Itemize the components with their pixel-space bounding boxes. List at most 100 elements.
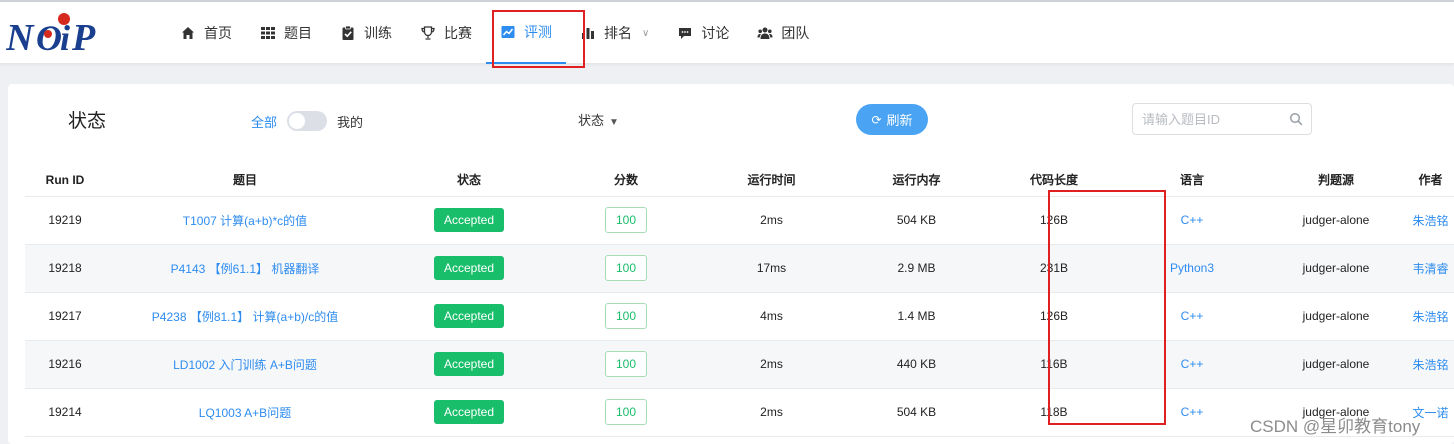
chevron-down-icon: ∨ <box>642 27 650 39</box>
score-badge: 100 <box>605 207 647 233</box>
memory-cell: 504 KB <box>844 388 989 437</box>
svg-text:P: P <box>71 17 96 56</box>
caret-down-icon: ▼ <box>609 117 619 128</box>
scope-mine-label[interactable]: 我的 <box>337 112 363 131</box>
column-header-score: 分数 <box>553 164 699 197</box>
column-header-author: 作者 <box>1407 164 1454 197</box>
status-badge[interactable]: Accepted <box>433 352 505 376</box>
score-badge: 100 <box>605 255 647 281</box>
problem-link[interactable]: LD1002 入门训练 A+B问题 <box>173 358 317 372</box>
run-id-cell: 19216 <box>25 340 105 389</box>
length-cell: 126B <box>989 292 1119 341</box>
time-cell: 2ms <box>699 388 844 437</box>
status-badge[interactable]: Accepted <box>433 256 505 280</box>
search-input[interactable] <box>1133 104 1283 134</box>
refresh-icon: ⟳ <box>871 112 882 127</box>
page-title: 状态 <box>68 111 107 132</box>
status-filter-label: 状态 <box>578 113 605 128</box>
score-badge: 100 <box>605 351 647 377</box>
scope-switch[interactable] <box>287 111 328 131</box>
nav-item-status[interactable]: 评测 <box>486 2 566 64</box>
language-link[interactable]: C++ <box>1181 213 1204 227</box>
top-navbar: N O i P 首页 题目 训练 比赛 评测 排名 ∨ <box>0 0 1454 64</box>
table-row: 19216 LD1002 入门训练 A+B问题 Accepted 100 2ms… <box>25 340 1454 389</box>
author-link[interactable]: 朱浩铭 <box>1412 358 1448 372</box>
language-link[interactable]: C++ <box>1181 309 1204 323</box>
run-id-cell: 19214 <box>25 388 105 437</box>
status-badge[interactable]: Accepted <box>433 400 505 424</box>
users-icon <box>757 27 773 39</box>
column-header-time: 运行时间 <box>699 164 844 197</box>
comment-icon <box>679 28 692 39</box>
score-badge: 100 <box>605 303 647 329</box>
svg-text:N: N <box>6 17 35 56</box>
chart-line-icon <box>501 26 515 38</box>
nav-item-training[interactable]: 训练 <box>326 2 406 64</box>
problem-link[interactable]: T1007 计算(a+b)*c的值 <box>183 214 307 228</box>
length-cell: 231B <box>989 244 1119 293</box>
length-cell: 118B <box>989 388 1119 437</box>
grid-icon <box>261 27 275 39</box>
nav-item-teams[interactable]: 团队 <box>743 2 823 64</box>
nav-label: 讨论 <box>701 25 730 41</box>
trophy-icon <box>421 26 435 40</box>
time-cell: 17ms <box>699 244 844 293</box>
column-header-judger: 判题源 <box>1265 164 1407 197</box>
column-header-length: 代码长度 <box>989 164 1119 197</box>
memory-cell: 2.9 MB <box>844 244 989 293</box>
author-link[interactable]: 朱浩铭 <box>1412 214 1448 228</box>
nav-label: 排名 <box>604 25 632 41</box>
table-row: 19217 P4238 【例81.1】 计算(a+b)/c的值 Accepted… <box>25 292 1454 341</box>
language-link[interactable]: C++ <box>1181 357 1204 371</box>
problem-link[interactable]: LQ1003 A+B问题 <box>199 406 291 420</box>
search-icon[interactable] <box>1289 112 1303 126</box>
bar-chart-icon <box>582 28 594 39</box>
column-header-run-id[interactable]: Run ID <box>25 164 105 197</box>
run-id-cell: 19218 <box>25 244 105 293</box>
main-nav: 首页 题目 训练 比赛 评测 排名 ∨ 讨论 团队 <box>166 2 823 64</box>
nav-label: 训练 <box>364 25 392 41</box>
nav-item-ranking[interactable]: 排名 ∨ <box>566 2 663 64</box>
problem-link[interactable]: P4238 【例81.1】 计算(a+b)/c的值 <box>152 310 338 324</box>
problem-link[interactable]: P4143 【例61.1】 机器翻译 <box>171 262 320 276</box>
language-link[interactable]: Python3 <box>1170 261 1214 275</box>
noip-logo[interactable]: N O i P <box>6 10 106 56</box>
nav-label: 首页 <box>204 25 232 41</box>
status-badge[interactable]: Accepted <box>433 304 505 328</box>
scope-all-label[interactable]: 全部 <box>251 112 277 131</box>
column-header-status: 状态 <box>385 164 553 197</box>
judger-cell: judger-alone <box>1265 340 1407 389</box>
nav-item-contests[interactable]: 比赛 <box>406 2 486 64</box>
judger-cell: judger-alone <box>1265 196 1407 245</box>
memory-cell: 504 KB <box>844 196 989 245</box>
scope-toggle-group: 全部 我的 <box>251 111 363 131</box>
nav-item-home[interactable]: 首页 <box>166 2 246 64</box>
memory-cell: 440 KB <box>844 340 989 389</box>
submissions-table: Run ID 题目 状态 分数 运行时间 运行内存 代码长度 语言 判题源 作者… <box>25 164 1454 437</box>
status-badge[interactable]: Accepted <box>433 208 505 232</box>
time-cell: 2ms <box>699 196 844 245</box>
table-row: 19219 T1007 计算(a+b)*c的值 Accepted 100 2ms… <box>25 196 1454 245</box>
language-link[interactable]: C++ <box>1181 405 1204 419</box>
refresh-button[interactable]: ⟳ 刷新 <box>856 104 928 135</box>
run-id-cell: 19219 <box>25 196 105 245</box>
judger-cell: judger-alone <box>1265 244 1407 293</box>
table-row: 19218 P4143 【例61.1】 机器翻译 Accepted 100 17… <box>25 244 1454 293</box>
problem-id-search <box>1132 103 1312 135</box>
column-header-memory: 运行内存 <box>844 164 989 197</box>
status-filter-dropdown[interactable]: 状态 ▼ <box>578 110 619 129</box>
score-badge: 100 <box>605 399 647 425</box>
column-header-problem: 题目 <box>105 164 385 197</box>
nav-label: 团队 <box>781 25 810 41</box>
nav-item-discussion[interactable]: 讨论 <box>663 2 743 64</box>
author-link[interactable]: 朱浩铭 <box>1412 310 1448 324</box>
watermark: CSDN @星卯教育tony <box>1250 417 1421 436</box>
nav-item-problems[interactable]: 题目 <box>246 2 326 64</box>
table-row: 19214 LQ1003 A+B问题 Accepted 100 2ms 504 … <box>25 388 1454 437</box>
memory-cell: 1.4 MB <box>844 292 989 341</box>
author-link[interactable]: 韦清睿 <box>1412 262 1448 276</box>
column-header-language: 语言 <box>1119 164 1265 197</box>
judger-cell: judger-alone <box>1265 292 1407 341</box>
clipboard-check-icon <box>342 25 354 40</box>
nav-label: 评测 <box>524 24 552 40</box>
